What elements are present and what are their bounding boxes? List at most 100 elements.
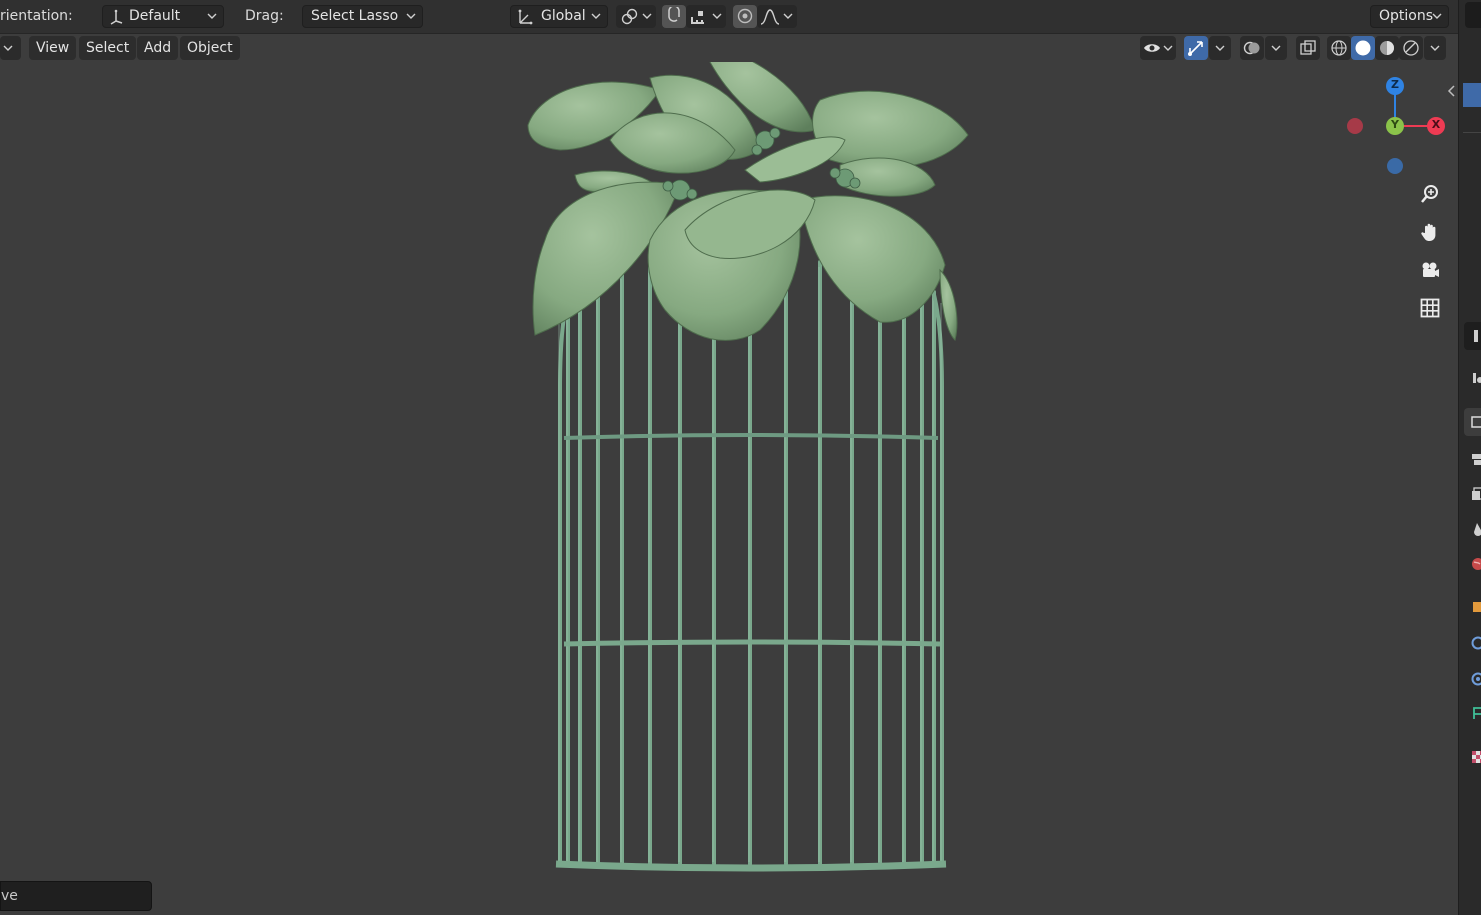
grid-icon <box>1420 298 1440 318</box>
camera-icon <box>1420 260 1440 280</box>
eye-icon <box>1143 39 1161 57</box>
shading-solid-button[interactable] <box>1351 36 1375 60</box>
tab-object[interactable] <box>1464 593 1481 621</box>
gizmo-z-axis[interactable]: Z <box>1389 78 1401 91</box>
menu-select[interactable]: Select <box>79 36 137 60</box>
tab-modifiers[interactable] <box>1464 629 1481 657</box>
pivot-point-button[interactable] <box>616 5 656 28</box>
rendered-sphere-icon <box>1402 39 1420 57</box>
editor-type-dropdown[interactable] <box>0 36 21 60</box>
camera-view-button[interactable] <box>1413 253 1447 287</box>
shading-dropdown[interactable] <box>1424 36 1446 60</box>
chevron-down-icon <box>1162 38 1174 58</box>
output-icon <box>1471 415 1481 429</box>
properties-header-tab[interactable] <box>1465 2 1481 28</box>
printer-icon <box>1471 452 1481 466</box>
navigation-gizmo[interactable]: Z Y X <box>1340 72 1450 182</box>
zoom-button[interactable] <box>1413 177 1447 211</box>
orientation-dropdown[interactable]: Default <box>102 5 224 28</box>
viewport-3d[interactable] <box>0 62 1458 877</box>
chevron-down-icon <box>1214 38 1226 58</box>
outliner-divider <box>1463 132 1481 133</box>
chevron-down-icon <box>1431 6 1443 27</box>
menu-object[interactable]: Object <box>180 36 240 60</box>
pan-hand-icon <box>1420 222 1440 242</box>
tab-collection[interactable] <box>1464 550 1481 578</box>
status-bar-field[interactable]: ve <box>0 881 152 911</box>
snap-increment-icon <box>689 8 707 26</box>
snap-toggle-button[interactable] <box>662 5 686 28</box>
gizmo-dropdown[interactable] <box>1209 36 1231 60</box>
tab-texture[interactable] <box>1464 742 1481 770</box>
falloff-button[interactable] <box>757 5 797 28</box>
tab-physics[interactable] <box>1464 699 1481 727</box>
xray-icon <box>1300 40 1316 56</box>
gizmo-x-axis[interactable]: X <box>1430 118 1442 131</box>
chevron-down-icon <box>1429 38 1441 58</box>
image-stack-icon <box>1471 486 1481 502</box>
drag-label: Drag: <box>245 8 284 24</box>
orientation-axes-icon <box>108 9 124 25</box>
visibility-dropdown[interactable] <box>1140 36 1176 60</box>
particles-icon <box>1470 671 1481 687</box>
overlay-circles-icon <box>1243 39 1261 57</box>
chevron-down-icon <box>405 6 417 27</box>
orientation-label: rientation: <box>0 8 73 24</box>
pan-button[interactable] <box>1413 215 1447 249</box>
shading-material-button[interactable] <box>1375 36 1399 60</box>
chevron-down-icon <box>590 6 602 27</box>
birdcage-model[interactable] <box>0 62 1458 877</box>
outliner-selected-row[interactable] <box>1463 83 1481 107</box>
chevron-down-icon <box>711 6 723 27</box>
drag-dropdown[interactable]: Select Lasso <box>302 5 423 28</box>
proportional-circle-icon <box>737 8 753 24</box>
globe-icon <box>1470 556 1481 572</box>
pivot-link-icon <box>620 8 638 26</box>
properties-tab-strip <box>1458 0 1481 915</box>
tool-icon <box>1470 328 1481 344</box>
chevron-down-icon <box>782 6 794 27</box>
drop-icon <box>1471 521 1481 537</box>
xray-toggle-button[interactable] <box>1296 36 1320 60</box>
toggle-projection-button[interactable] <box>1413 291 1447 325</box>
transform-orientation-value: Global <box>541 8 586 24</box>
zoom-icon <box>1420 184 1440 204</box>
shading-rendered-button[interactable] <box>1399 36 1423 60</box>
tab-tool[interactable] <box>1464 322 1481 350</box>
snap-target-button[interactable] <box>686 5 726 28</box>
overlay-dropdown[interactable] <box>1265 36 1287 60</box>
tab-particles[interactable] <box>1464 665 1481 693</box>
drag-value: Select Lasso <box>311 8 399 24</box>
chevron-down-icon <box>1270 38 1282 58</box>
chevron-down-icon <box>641 6 653 27</box>
tab-view-layer[interactable] <box>1464 445 1481 473</box>
checker-icon <box>1470 748 1481 764</box>
render-icon <box>1471 370 1481 386</box>
tab-render[interactable] <box>1464 364 1481 392</box>
material-sphere-icon <box>1378 39 1396 57</box>
proportional-editing-button[interactable] <box>733 5 757 28</box>
wireframe-sphere-icon <box>1330 39 1348 57</box>
transform-axes-icon <box>516 8 534 26</box>
constraint-icon <box>1470 705 1481 721</box>
tab-scene[interactable] <box>1464 480 1481 508</box>
options-dropdown[interactable]: Options <box>1370 5 1449 28</box>
object-square-icon <box>1471 600 1481 614</box>
solid-sphere-icon <box>1354 39 1372 57</box>
tool-header: rientation: Default Drag: Select Lasso G… <box>0 0 1458 34</box>
chevron-down-icon <box>206 6 218 27</box>
transform-orientation-dropdown[interactable]: Global <box>510 5 608 28</box>
sidebar-toggle-icon[interactable] <box>1447 84 1457 98</box>
tab-world[interactable] <box>1464 515 1481 543</box>
falloff-curve-icon <box>760 8 780 26</box>
menu-add[interactable]: Add <box>137 36 179 60</box>
tab-output[interactable] <box>1464 408 1481 436</box>
gizmo-toggle-button[interactable] <box>1184 36 1208 60</box>
shading-wireframe-button[interactable] <box>1327 36 1351 60</box>
overlay-toggle-button[interactable] <box>1240 36 1264 60</box>
gizmo-y-axis[interactable]: Y <box>1389 118 1401 131</box>
menu-view[interactable]: View <box>29 36 77 60</box>
magnet-icon <box>665 7 683 25</box>
options-label: Options <box>1379 8 1434 24</box>
gizmo-arrow-icon <box>1187 39 1205 57</box>
